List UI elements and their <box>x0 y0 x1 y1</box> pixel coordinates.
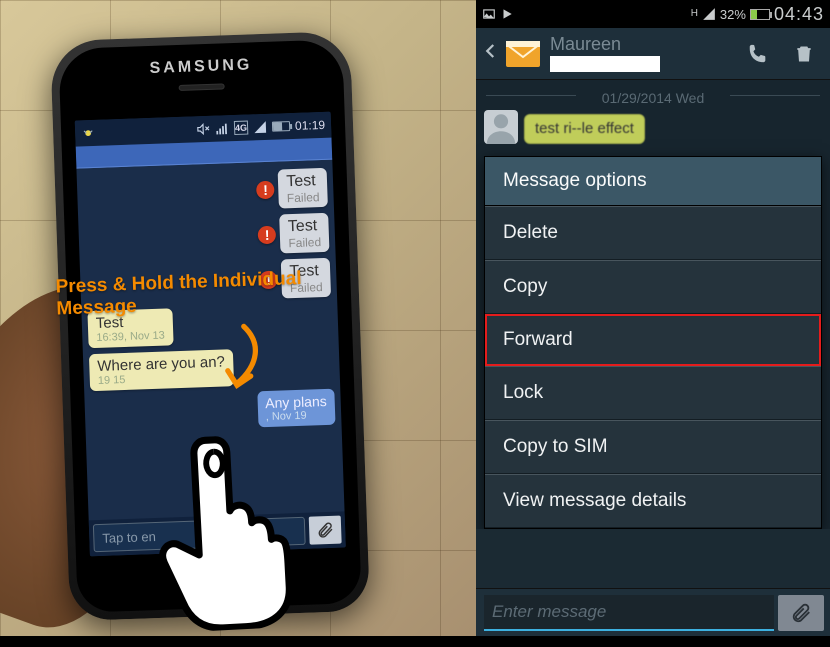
screenshot-right-panel: H 32% 04:43 Maureen 01/29/2014 Wed <box>476 0 830 636</box>
contact-block[interactable]: Maureen <box>550 35 732 73</box>
incoming-bubble[interactable]: test ri--le effect <box>524 114 645 144</box>
compose-bar: Enter message <box>476 588 830 636</box>
phone-icon <box>747 43 769 65</box>
message-input[interactable]: Enter message <box>484 595 774 631</box>
status-time: 01:19 <box>295 118 326 133</box>
status-time: 04:43 <box>774 4 824 25</box>
date-divider: 01/29/2014 Wed <box>476 80 830 110</box>
outgoing-message-row[interactable]: ! Test Failed <box>83 168 328 215</box>
conversation-header: Maureen <box>476 28 830 80</box>
contact-number-redacted <box>550 56 660 72</box>
message-bubble: Test Failed <box>279 213 329 254</box>
4g-indicator: 4G <box>234 121 248 135</box>
samsung-phone: SAMSUNG 4G <box>50 31 370 621</box>
battery-pct: 32% <box>720 7 746 22</box>
option-delete[interactable]: Delete <box>485 206 821 260</box>
status-bar: H 32% 04:43 <box>476 0 830 28</box>
trash-icon <box>794 43 814 65</box>
message-options-dialog: Message options Delete Copy Forward Lock… <box>484 156 822 529</box>
incoming-message-row[interactable]: Where are you an? 19 15 <box>89 346 334 391</box>
battery-icon <box>750 9 770 20</box>
attach-button[interactable] <box>309 516 342 545</box>
hspa-icon: H <box>691 9 698 19</box>
signal-icon <box>215 121 229 135</box>
phone-speaker <box>179 83 225 91</box>
signal-bars-icon <box>253 120 267 134</box>
message-input[interactable]: Tap to en <box>93 517 306 552</box>
failed-alert-icon: ! <box>256 180 275 199</box>
message-bubble: Where are you an? 19 15 <box>89 349 234 391</box>
bee-notification-icon <box>81 126 95 140</box>
option-lock[interactable]: Lock <box>485 366 821 420</box>
contact-avatar <box>484 110 518 144</box>
person-icon <box>484 110 518 144</box>
back-button[interactable] <box>482 37 500 70</box>
option-view-details[interactable]: View message details <box>485 474 821 528</box>
messages-list[interactable]: ! Test Failed ! Test Failed <box>76 160 344 521</box>
chevron-left-icon <box>482 37 500 65</box>
failed-alert-icon: ! <box>259 270 278 289</box>
delete-button[interactable] <box>784 43 824 65</box>
outgoing-message-row[interactable]: ! Test Failed <box>86 258 331 305</box>
incoming-message-row[interactable]: Test 16:39, Nov 13 <box>87 303 332 348</box>
other-message-row[interactable]: Any plans , Nov 19 <box>90 389 335 433</box>
paperclip-icon <box>316 521 335 540</box>
play-icon <box>500 7 514 21</box>
dialog-title: Message options <box>485 157 821 206</box>
option-copy-to-sim[interactable]: Copy to SIM <box>485 420 821 474</box>
mute-icon <box>196 122 210 136</box>
battery-icon <box>272 121 290 132</box>
option-copy[interactable]: Copy <box>485 260 821 314</box>
failed-alert-icon: ! <box>258 225 277 244</box>
input-placeholder: Enter message <box>492 602 606 622</box>
message-bubble: Test Failed <box>281 258 331 299</box>
message-bubble: Test Failed <box>278 168 328 209</box>
paperclip-icon <box>790 602 812 624</box>
conversation-spacer <box>476 529 830 588</box>
phone-brand: SAMSUNG <box>59 53 343 81</box>
contact-name: Maureen <box>550 35 732 55</box>
signal-bars-icon <box>702 7 716 21</box>
photo-left-panel: SAMSUNG 4G <box>0 0 476 636</box>
message-bubble: Any plans , Nov 19 <box>257 389 336 428</box>
option-forward[interactable]: Forward <box>485 314 821 366</box>
attach-button[interactable] <box>778 595 824 631</box>
message-bubble: Test 16:39, Nov 13 <box>87 308 173 348</box>
picture-icon <box>482 7 496 21</box>
outgoing-message-row[interactable]: ! Test Failed <box>84 213 329 260</box>
envelope-icon <box>506 41 540 67</box>
conversation-area: test ri--le effect <box>476 110 830 150</box>
call-button[interactable] <box>738 43 778 65</box>
phone-screen: 4G 01:19 ! Test Failed <box>75 112 346 557</box>
